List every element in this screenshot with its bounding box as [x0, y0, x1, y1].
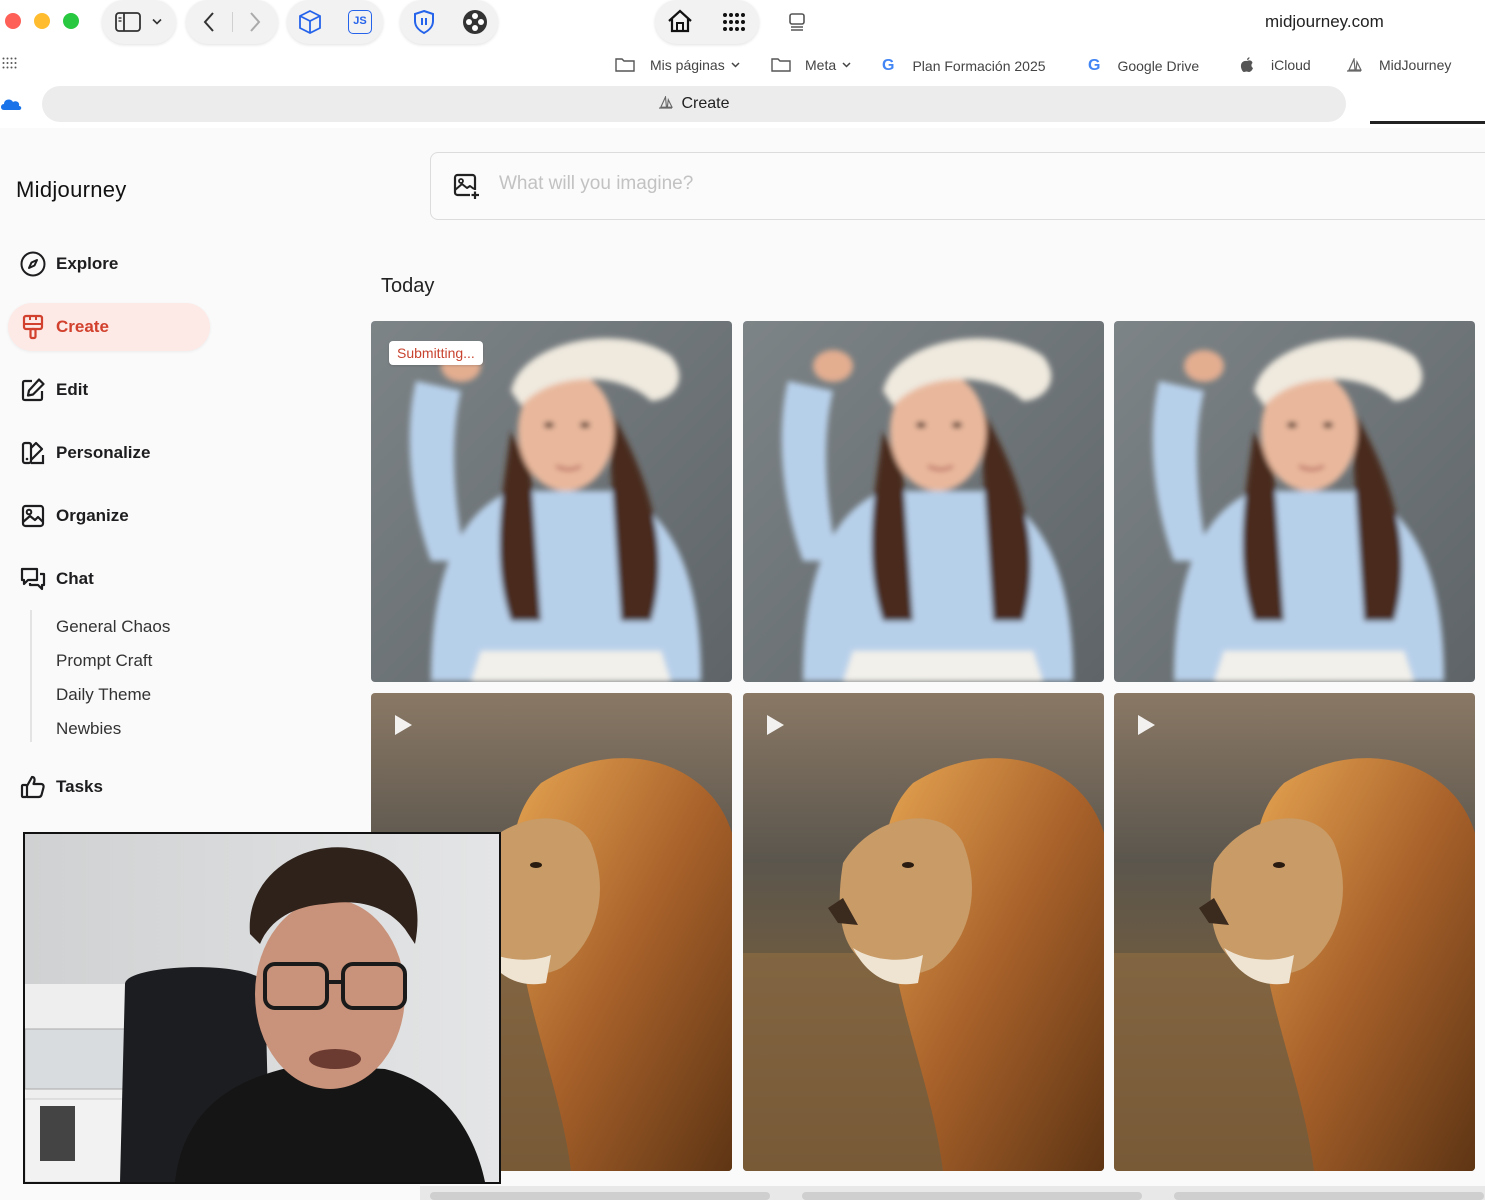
play-icon[interactable] — [1138, 715, 1155, 735]
apple-icon — [1240, 57, 1253, 72]
home-icon[interactable] — [667, 9, 693, 33]
bookmark-mis-paginas[interactable]: Mis páginas — [615, 57, 740, 73]
sidebar-item-explore[interactable]: Explore — [8, 240, 210, 288]
bookmark-label: MidJourney — [1379, 57, 1452, 73]
play-icon[interactable] — [767, 715, 784, 735]
active-tab[interactable]: Create — [42, 86, 1346, 122]
close-window-button[interactable] — [5, 13, 21, 29]
brush-icon — [20, 314, 46, 340]
reader-icon[interactable] — [788, 12, 806, 32]
url-field[interactable]: midjourney.com — [1265, 12, 1384, 32]
play-icon[interactable] — [395, 715, 412, 735]
sidebar-item-label: Edit — [56, 380, 89, 399]
shield-extension-icon[interactable] — [412, 9, 436, 35]
thumbs-up-icon — [20, 774, 46, 800]
sidebar-item-label: Explore — [56, 254, 119, 273]
cloud-icon[interactable] — [0, 96, 22, 112]
lion-image — [1114, 693, 1475, 1171]
sidebar-toggle-button[interactable] — [102, 0, 176, 44]
section-title: Today — [381, 275, 435, 297]
chat-channel-general-chaos[interactable]: General Chaos — [56, 617, 170, 637]
chat-channel-newbies[interactable]: Newbies — [56, 719, 121, 739]
cube-extension-icon[interactable] — [297, 9, 323, 35]
sidebar-item-create[interactable]: Create — [8, 303, 210, 351]
back-arrow-icon[interactable] — [202, 11, 216, 33]
bookmark-midjourney[interactable]: MidJourney — [1346, 57, 1451, 73]
generated-image[interactable]: Submitting... — [371, 321, 732, 682]
compass-icon — [20, 251, 46, 277]
sidebar-item-label: Tasks — [56, 777, 103, 796]
prompt-bar — [430, 152, 1485, 220]
sidebar-item-edit[interactable]: Edit — [8, 366, 210, 414]
next-row-preview — [420, 1186, 1485, 1200]
folder-icon — [615, 58, 635, 72]
google-icon: G — [1088, 57, 1101, 74]
browser-chrome: JS midjourney.com Mis páginas Meta G Pla… — [0, 0, 1485, 128]
forward-arrow-icon[interactable] — [248, 11, 262, 33]
girl-portrait-image — [371, 321, 732, 682]
chevron-down-icon — [842, 62, 851, 68]
chevron-down-icon — [731, 62, 740, 68]
extensions-pill: JS — [287, 0, 383, 44]
game-extension-icon[interactable] — [462, 9, 488, 35]
edit-icon — [20, 377, 46, 403]
status-badge: Submitting... — [389, 341, 483, 365]
chevron-down-icon — [152, 18, 162, 25]
add-image-icon[interactable] — [453, 173, 481, 201]
girl-portrait-image — [743, 321, 1104, 682]
bookmark-label: Plan Formación 2025 — [912, 58, 1046, 74]
midjourney-icon — [1347, 58, 1362, 72]
webcam-overlay — [23, 832, 501, 1184]
sidebar-item-label: Personalize — [56, 443, 151, 462]
shield-pill — [400, 0, 498, 44]
sidebar-item-organize[interactable]: Organize — [8, 492, 210, 540]
personalize-icon — [20, 440, 46, 466]
sidebar-item-label: Organize — [56, 506, 129, 525]
generated-image[interactable] — [743, 321, 1104, 682]
girl-portrait-image — [1114, 321, 1475, 682]
gallery-icon — [20, 503, 46, 529]
bookmark-label: iCloud — [1271, 57, 1311, 73]
home-apps-pill — [655, 0, 759, 44]
navigation-pill — [186, 0, 278, 44]
chat-channel-daily-theme[interactable]: Daily Theme — [56, 685, 151, 705]
sidebar-item-label: Chat — [56, 569, 94, 588]
bookmark-label: Google Drive — [1117, 58, 1200, 74]
sidebar-item-tasks[interactable]: Tasks — [8, 763, 210, 811]
apps-grid-icon[interactable] — [723, 13, 745, 31]
google-icon: G — [882, 57, 895, 74]
prompt-input[interactable] — [499, 173, 1299, 195]
bookmark-google-drive[interactable]: G Google Drive — [1088, 57, 1199, 75]
bookmark-label: Mis páginas — [650, 57, 725, 73]
generated-video[interactable] — [743, 693, 1104, 1171]
presenter-video — [25, 834, 499, 1182]
tab-title-text: Create — [681, 95, 730, 112]
midjourney-icon — [659, 94, 674, 109]
brand-logo[interactable]: Midjourney — [16, 177, 127, 203]
folder-icon — [771, 58, 791, 72]
tab-title: Create — [42, 94, 1346, 113]
generated-video[interactable] — [1114, 693, 1475, 1171]
chat-icon — [20, 566, 46, 592]
generated-image[interactable] — [1114, 321, 1475, 682]
sidebar-icon — [115, 12, 141, 32]
js-extension-icon[interactable]: JS — [348, 10, 372, 34]
sidebar-item-chat[interactable]: Chat — [8, 555, 210, 603]
sidebar-item-label: Create — [56, 317, 109, 336]
bookmark-meta[interactable]: Meta — [771, 57, 851, 73]
bookmark-label: Meta — [805, 57, 837, 73]
bookmark-plan-formacion[interactable]: G Plan Formación 2025 — [882, 57, 1046, 75]
chat-channels-divider — [30, 610, 32, 742]
bookmarks-grid-icon[interactable] — [2, 57, 18, 69]
bookmark-icloud[interactable]: iCloud — [1240, 57, 1311, 73]
sidebar-item-personalize[interactable]: Personalize — [8, 429, 210, 477]
divider — [232, 12, 233, 32]
lion-image — [743, 693, 1104, 1171]
chat-channel-prompt-craft[interactable]: Prompt Craft — [56, 651, 152, 671]
zoom-window-button[interactable] — [63, 13, 79, 29]
minimize-window-button[interactable] — [34, 13, 50, 29]
tab-indicator — [1370, 121, 1485, 124]
